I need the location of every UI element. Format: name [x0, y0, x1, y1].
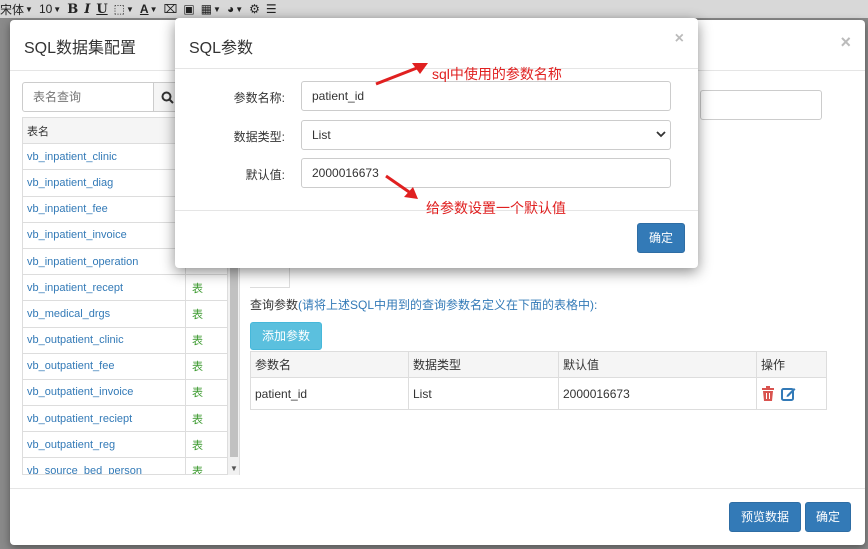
close-icon[interactable]: ×	[675, 30, 684, 48]
param-name-input[interactable]: patient_id	[301, 81, 671, 111]
font-name-select[interactable]: 宋体 ▼	[0, 1, 33, 17]
confirm-button[interactable]: 确定	[805, 502, 851, 532]
params-label-text: 查询参数	[250, 298, 299, 312]
table-name-link[interactable]: vb_inpatient_clinic	[23, 151, 185, 163]
table-type-label: 表	[185, 379, 227, 406]
annotation-default-note: 给参数设置一个默认值	[426, 200, 566, 216]
header-data-type: 数据类型	[408, 351, 559, 378]
clear-format-icon[interactable]: ⌧	[164, 1, 178, 17]
table-type-label: 表	[185, 432, 227, 458]
param-name-label: 参数名称:	[233, 91, 285, 105]
header-param-name: 参数名	[250, 351, 409, 378]
footer-divider	[10, 488, 865, 489]
header-actions: 操作	[756, 351, 827, 378]
table-name-link[interactable]: vb_source_bed_person	[23, 465, 185, 474]
font-name-label: 宋体	[0, 2, 25, 17]
params-table-header: 参数名 数据类型 默认值 操作	[250, 351, 827, 378]
param-name-cell: patient_id	[250, 377, 409, 410]
preview-data-button[interactable]: 预览数据	[729, 502, 801, 532]
underline-button[interactable]: U	[96, 1, 107, 17]
editor-tab-edge	[250, 268, 290, 288]
dataset-input[interactable]	[700, 90, 822, 120]
italic-button[interactable]: I	[84, 1, 90, 17]
table-list-row[interactable]: vb_medical_drgs 表	[23, 301, 239, 328]
table-name-link[interactable]: vb_medical_drgs	[23, 308, 185, 320]
header-default: 默认值	[558, 351, 757, 378]
table-name-link[interactable]: vb_outpatient_reciept	[23, 413, 185, 425]
table-name-link[interactable]: vb_inpatient_diag	[23, 177, 185, 189]
search-icon	[161, 91, 174, 104]
font-color-label: A	[139, 2, 149, 16]
globe-icon[interactable]: ◕ ▼	[227, 1, 243, 17]
sql-param-dialog: SQL参数 × 参数名称: patient_id 数据类型: List 默认值:…	[175, 18, 698, 268]
gear-icon[interactable]: ⚙	[249, 1, 260, 17]
table-list-row[interactable]: vb_outpatient_reg 表	[23, 432, 239, 459]
param-default-cell: 2000016673	[558, 377, 757, 410]
data-type-row: 数据类型: List	[175, 120, 698, 150]
table-name-link[interactable]: vb_inpatient_invoice	[23, 229, 185, 241]
table-type-label: 表	[185, 275, 227, 301]
table-list-row[interactable]: vb_inpatient_recept 表	[23, 275, 239, 302]
table-list-row[interactable]: vb_outpatient_invoice 表	[23, 379, 239, 407]
chevron-down-icon: ▼	[53, 4, 62, 14]
font-size-label: 10	[38, 2, 53, 16]
dialog-title: SQL参数	[189, 40, 254, 57]
data-type-select[interactable]: List	[301, 120, 671, 150]
table-type-label: 表	[185, 406, 227, 432]
table-name-link[interactable]: vb_inpatient_operation	[23, 256, 185, 268]
table-name-link[interactable]: vb_outpatient_reg	[23, 439, 185, 451]
table-name-link[interactable]: vb_inpatient_recept	[23, 282, 185, 294]
bold-button[interactable]: B	[67, 1, 78, 17]
table-row: patient_id List 2000016673	[250, 377, 827, 410]
arrow-annotation-default	[385, 174, 418, 199]
dialog-title: SQL数据集配置	[24, 40, 137, 57]
table-list-row[interactable]: vb_outpatient_clinic 表	[23, 327, 239, 354]
delete-icon[interactable]	[761, 386, 775, 401]
table-type-label: 表	[185, 327, 227, 353]
default-value-row: 默认值: 2000016673	[175, 158, 698, 188]
table-search-input[interactable]	[22, 82, 154, 112]
column-header-name: 表名	[27, 125, 49, 138]
close-icon[interactable]: ×	[840, 32, 851, 53]
chevron-down-icon	[656, 131, 666, 138]
edit-icon[interactable]	[781, 386, 796, 401]
table-icon[interactable]: ▦ ▼	[201, 1, 221, 17]
list-icon[interactable]: ☰	[266, 1, 277, 17]
table-type-label: 表	[185, 458, 227, 474]
editor-toolbar: 宋体 ▼ 10 ▼ B I U ⬚ ▼ A ▼ ⌧ ▣ ▦ ▼ ◕ ▼ ⚙ ☰	[0, 0, 868, 18]
table-list-row[interactable]: vb_source_bed_person 表	[23, 458, 239, 474]
param-type-cell: List	[408, 377, 559, 410]
table-name-link[interactable]: vb_outpatient_clinic	[23, 334, 185, 346]
table-type-label: 表	[185, 353, 227, 379]
actions-cell	[756, 377, 827, 410]
image-icon[interactable]: ▣	[183, 1, 194, 17]
arrow-annotation-name	[375, 63, 428, 86]
params-table: 参数名 数据类型 默认值 操作 patient_id List 20000166…	[250, 351, 827, 410]
annotation-name-note: sql中使用的参数名称	[432, 66, 562, 82]
params-section-label: 查询参数(请将上述SQL中用到的查询参数名定义在下面的表格中):	[250, 296, 597, 313]
font-color-button[interactable]: A ▼	[140, 1, 158, 17]
chevron-down-icon: ▼	[25, 4, 33, 14]
table-list-row[interactable]: vb_outpatient_reciept 表	[23, 406, 239, 433]
add-param-button[interactable]: 添加参数	[250, 322, 322, 350]
table-name-link[interactable]: vb_inpatient_fee	[23, 203, 185, 215]
scroll-down-icon[interactable]: ▼	[230, 464, 238, 473]
table-name-link[interactable]: vb_outpatient_fee	[23, 360, 185, 372]
default-value-label: 默认值:	[245, 168, 285, 182]
table-list-row[interactable]: vb_outpatient_fee 表	[23, 353, 239, 380]
highlight-icon[interactable]: ⬚ ▼	[114, 1, 134, 17]
data-type-label: 数据类型:	[233, 130, 285, 144]
default-value-input[interactable]: 2000016673	[301, 158, 671, 188]
table-type-label: 表	[185, 301, 227, 327]
confirm-button[interactable]: 确定	[637, 223, 685, 253]
params-label-hint: (请将上述SQL中用到的查询参数名定义在下面的表格中):	[298, 298, 598, 312]
font-size-select[interactable]: 10 ▼	[39, 1, 61, 17]
table-name-link[interactable]: vb_outpatient_invoice	[23, 386, 185, 398]
param-name-row: 参数名称: patient_id	[175, 81, 698, 111]
